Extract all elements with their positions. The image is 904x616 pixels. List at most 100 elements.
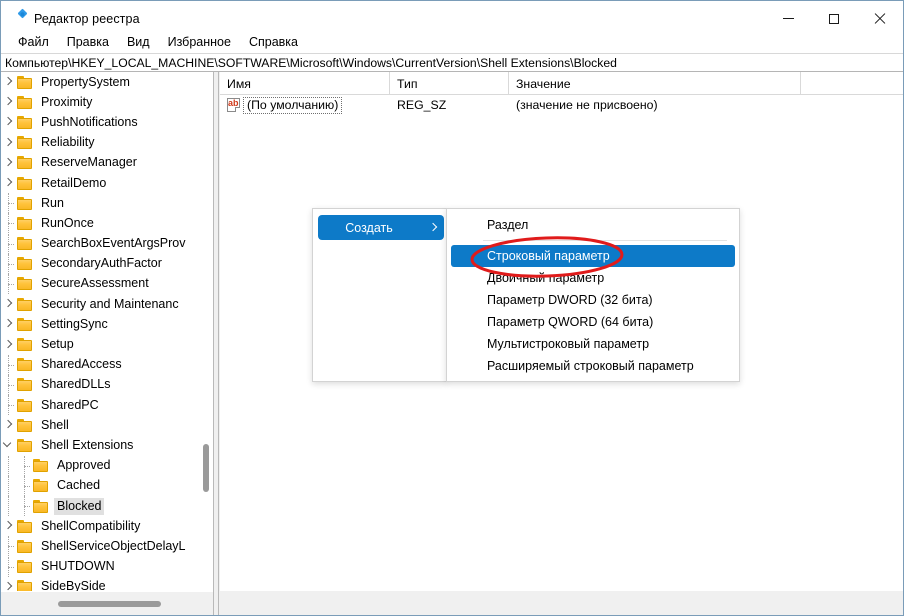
tree-item-cached[interactable]: Cached [1,475,213,496]
tree-item-propertysystem[interactable]: PropertySystem [1,72,213,92]
tree-item-label: Shell Extensions [41,437,134,452]
tree-item-label: ShellCompatibility [41,518,141,533]
tree-item-shell-extensions[interactable]: Shell Extensions [1,435,213,455]
tree-item-settingsync[interactable]: SettingSync [1,314,213,334]
tree-item-shellserviceobjectdelayl[interactable]: ShellServiceObjectDelayL [1,536,213,557]
tree-item-shell[interactable]: Shell [1,415,213,435]
context-submenu-item-6[interactable]: Расширяемый строковый параметр [451,355,735,377]
tree-horizontal-scrollbar-thumb[interactable] [58,601,161,607]
tree-item-retaildemo[interactable]: RetailDemo [1,173,213,193]
tree-item-runonce[interactable]: RunOnce [1,213,213,234]
column-header-name[interactable]: Имя [220,72,390,95]
chevron-right-icon[interactable] [1,294,17,314]
address-bar[interactable]: Компьютер\HKEY_LOCAL_MACHINE\SOFTWARE\Mi… [1,53,903,72]
table-row[interactable]: (По умолчанию) REG_SZ (значение не присвое… [220,95,903,115]
context-submenu-new: Раздел Строковый параметр Двоичный парамет… [446,208,740,382]
context-submenu-item-2[interactable]: Двоичный параметр [451,267,735,289]
menu-item-view[interactable]: Вид [118,33,159,52]
tree-item-sharedpc[interactable]: SharedPC [1,395,213,416]
chevron-right-icon[interactable] [1,335,17,355]
tree-item-shutdown[interactable]: SHUTDOWN [1,556,213,577]
menu-item-favorites[interactable]: Избранное [159,33,240,52]
folder-icon [17,358,33,372]
tree-indent-guide [1,233,17,254]
tree-item-sharedaccess[interactable]: SharedAccess [1,354,213,375]
tree-item-searchboxeventargsprov[interactable]: SearchBoxEventArgsProv [1,233,213,254]
chevron-right-icon[interactable] [1,92,17,112]
context-submenu-item-0[interactable]: Раздел [451,214,735,236]
chevron-right-icon[interactable] [1,415,17,435]
tree-item-label: Setup [41,337,74,352]
chevron-right-icon[interactable] [1,133,17,153]
tree-indent-guide [17,455,33,476]
context-menu-item-new[interactable]: Создать [318,215,444,240]
chevron-right-icon[interactable] [1,112,17,132]
values-column-header: Имя Тип Значение [220,72,903,95]
context-submenu-item-3[interactable]: Параметр DWORD (32 бита) [451,289,735,311]
chevron-down-icon[interactable] [1,435,17,455]
menu-item-help[interactable]: Справка [240,33,307,52]
pane-splitter[interactable] [213,72,219,615]
context-menu-item-new-label: Создать [345,220,393,235]
tree-item-reservemanager[interactable]: ReserveManager [1,153,213,173]
context-submenu-item-label: Расширяемый строковый параметр [487,359,694,373]
folder-icon [17,156,33,170]
tree-item-label: SecondaryAuthFactor [41,256,162,271]
folder-icon [17,115,33,129]
tree-item-label: Approved [57,458,111,473]
tree-item-label: SharedDLLs [41,377,111,392]
column-header-type[interactable]: Тип [390,72,509,95]
tree-item-run[interactable]: Run [1,193,213,214]
context-submenu-separator [483,240,727,241]
tree-item-approved[interactable]: Approved [1,455,213,476]
tree-item-secureassessment[interactable]: SecureAssessment [1,273,213,294]
context-submenu-item-4[interactable]: Параметр QWORD (64 бита) [451,311,735,333]
status-strip [220,591,903,615]
menu-item-edit[interactable]: Правка [58,33,118,52]
tree-vertical-scrollbar[interactable] [199,72,213,591]
tree-indent-guide [1,475,17,496]
tree-item-setup[interactable]: Setup [1,334,213,354]
tree-item-label: PropertySystem [41,74,130,89]
tree-item-sidebyside[interactable]: SideBySide [1,577,213,591]
folder-icon [17,196,33,210]
tree-indent-guide [1,213,17,234]
chevron-right-icon[interactable] [1,173,17,193]
menu-item-file[interactable]: Файл [9,33,58,52]
tree-item-proximity[interactable]: Proximity [1,92,213,112]
tree-item-reliability[interactable]: Reliability [1,133,213,153]
tree-indent-guide [1,455,17,476]
context-submenu-item-5[interactable]: Мультистроковый параметр [451,333,735,355]
folder-icon [17,317,33,331]
tree-item-security-and-maintenanc[interactable]: Security and Maintenanc [1,294,213,314]
chevron-right-icon[interactable] [1,153,17,173]
tree-vertical-scrollbar-thumb[interactable] [203,444,209,492]
folder-icon [33,479,49,493]
tree-item-blocked[interactable]: Blocked [1,496,213,517]
values-list[interactable]: (По умолчанию) REG_SZ (значение не присвое… [220,95,903,115]
tree-item-secondaryauthfactor[interactable]: SecondaryAuthFactor [1,253,213,274]
folder-icon [17,216,33,230]
menu-bar: Файл Правка Вид Избранное Справка [1,31,903,53]
registry-tree[interactable]: PropertySystem Proximity PushNotifications… [1,72,213,591]
chevron-right-icon[interactable] [1,72,17,92]
folder-icon [33,459,49,473]
tree-indent-guide [1,536,17,557]
tree-item-shareddlls[interactable]: SharedDLLs [1,374,213,395]
maximize-icon [829,13,839,24]
tree-item-label: Run [41,195,64,210]
chevron-right-icon[interactable] [1,516,17,536]
tree-indent-guide [17,496,33,517]
tree-horizontal-scrollbar[interactable] [1,591,213,615]
column-header-value[interactable]: Значение [509,72,801,95]
chevron-right-icon[interactable] [1,314,17,334]
chevron-right-icon[interactable] [1,577,17,591]
context-submenu-item-1[interactable]: Строковый параметр [451,245,735,267]
column-header-filler [801,72,903,95]
tree-item-label: Security and Maintenanc [41,296,179,311]
folder-icon [17,176,33,190]
tree-item-pushnotifications[interactable]: PushNotifications [1,112,213,132]
folder-icon [17,438,33,452]
tree-item-shellcompatibility[interactable]: ShellCompatibility [1,516,213,536]
tree-item-label: RetailDemo [41,175,107,190]
